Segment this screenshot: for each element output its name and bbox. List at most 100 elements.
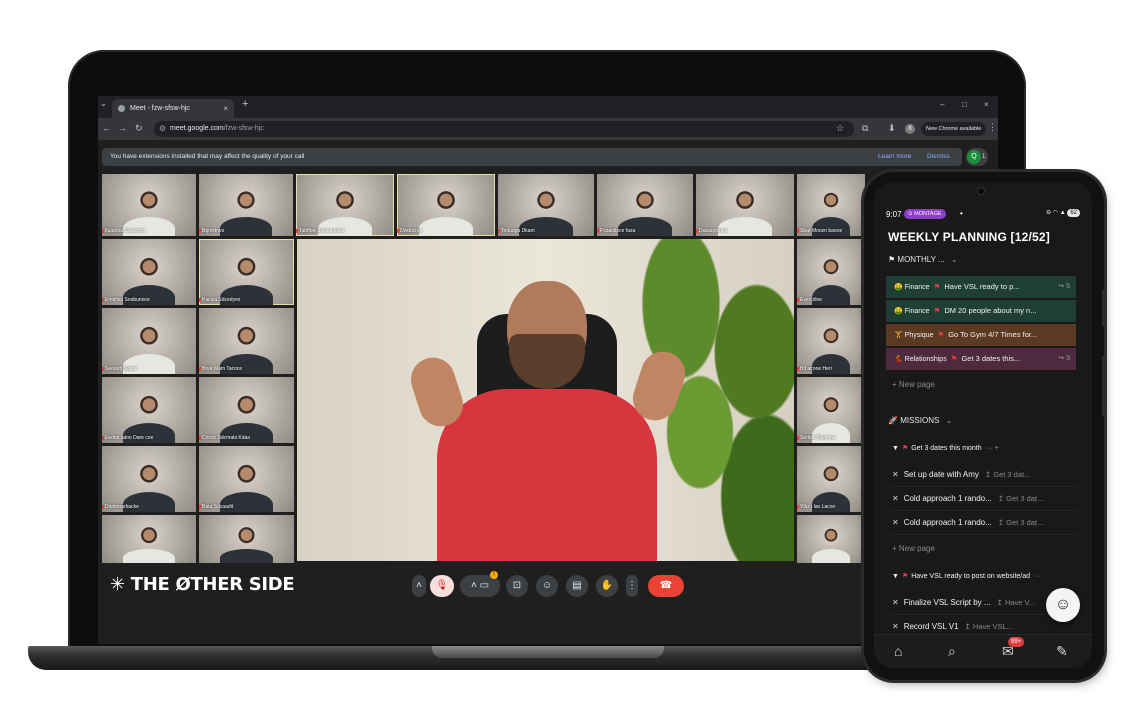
phone-hangup-icon[interactable]: ☎ (648, 575, 684, 597)
task-title: Cold approach 1 rando... (903, 518, 992, 527)
forward-icon[interactable]: → (118, 123, 127, 133)
participant-tile[interactable]: Pcaactioce faza (597, 174, 693, 236)
people-button[interactable]: Q 1 (966, 148, 988, 166)
camera-button[interactable]: ˄ ▭! (460, 571, 500, 597)
participant-tile[interactable]: Sedodi Dasrsne (797, 377, 865, 443)
close-window-button[interactable]: × (984, 100, 989, 109)
participant-tile[interactable]: Iluadoca Daezoca (102, 174, 196, 236)
minimize-button[interactable]: – (940, 100, 944, 109)
participant-tile[interactable] (797, 515, 865, 563)
present-screen-icon[interactable]: ⊡ (506, 575, 528, 597)
goal-title: Get 3 dates this... (961, 354, 1021, 363)
new-page-button[interactable]: + New page (892, 380, 935, 389)
captions-icon[interactable]: ▤ (566, 575, 588, 597)
dismiss-button[interactable]: Dismiss (927, 148, 950, 166)
participant-tile[interactable]: Pacica Sdcedyes (199, 239, 294, 305)
participant-name: Boar Mam Tacoce (202, 366, 243, 372)
raise-hand-icon[interactable]: ✋ (596, 575, 618, 597)
participant-tile[interactable]: Dontnoarbacke (102, 446, 196, 512)
task-title: Finalize VSL Script by ... (903, 598, 991, 607)
participant-name: Emqfiso Soabunoce (105, 297, 150, 303)
task-row[interactable]: ✕ Set up date with Amy ↥ Get 3 dat... (892, 463, 1078, 487)
checkbox-x-icon: ✕ (892, 470, 899, 479)
participant-tile[interactable]: Eedon latoo Dare coe (102, 377, 196, 443)
new-tab-button[interactable]: + (242, 98, 248, 110)
task-title: Set up date with Amy (903, 470, 979, 479)
main-speaker-video[interactable] (297, 239, 794, 561)
mission-title: Get 3 dates this month (911, 445, 982, 452)
participant-tile[interactable]: Dubaqnvoeo (696, 174, 794, 236)
tab-close-icon[interactable]: × (223, 99, 228, 118)
participant-tile[interactable] (102, 515, 196, 563)
participant-name: Dwdochar (400, 228, 423, 234)
missions-label: MISSIONS (900, 416, 940, 425)
flag-icon: ⚑ (933, 282, 941, 291)
goal-card[interactable]: 💃 Relationships ⚑ Get 3 dates this... ↪ 3 (886, 348, 1076, 370)
participant-tile[interactable]: Tabffow dactca tolaa (296, 174, 394, 236)
participant-tile[interactable]: Ytkz i lao Lacoo (797, 446, 865, 512)
download-icon[interactable]: ⬇ (888, 123, 896, 134)
chrome-menu-icon[interactable]: ⋮ (988, 122, 997, 133)
extensions-icon[interactable]: ⧉ (862, 123, 868, 134)
tab-meet[interactable]: Meet - fzw-sfsw-hjc × (112, 99, 234, 118)
tab-title: Meet - fzw-sfsw-hjc (130, 105, 190, 112)
participant-tile[interactable]: Evercdive (797, 239, 865, 305)
task-row[interactable]: ✕ Cold approach 1 rando... ↥ Get 3 dat... (892, 511, 1078, 535)
tab-search-icon[interactable]: ⌄ (100, 99, 107, 108)
participant-tile[interactable]: Sbar Moozn baooe (797, 174, 865, 236)
missions-section-header[interactable]: 🚀 MISSIONS ⌄ (888, 416, 952, 425)
participant-tile[interactable]: Seolard Sasai (102, 308, 196, 374)
mission-group-header[interactable]: ▼ ⚑ Have VSL ready to post on website/ad ··… (892, 572, 1041, 580)
goal-area: Physique (904, 332, 934, 339)
bottom-navigation: ⌂ ⌕ ✉ 99+ ✎ (874, 634, 1092, 668)
site-info-icon[interactable]: ⚙ (159, 121, 166, 137)
participant-avatar: Q (967, 150, 981, 164)
emoji-reaction-icon[interactable]: ☺ (536, 575, 558, 597)
more-options-icon[interactable]: ⋮ (626, 575, 638, 597)
bookmark-star-icon[interactable]: ☆ (836, 123, 844, 134)
participant-tile[interactable]: Tedudga Dkam (498, 174, 594, 236)
search-icon[interactable]: ⌕ (948, 643, 956, 660)
task-row[interactable]: ✕ Cold approach 1 rando... ↥ Get 3 dat... (892, 487, 1078, 511)
mic-muted-icon (199, 298, 201, 302)
back-icon[interactable]: ← (102, 123, 111, 133)
mic-muted-icon (797, 229, 799, 233)
participant-tile[interactable] (199, 515, 294, 563)
participant-tile[interactable]: Bata Sdcaadit (199, 446, 294, 512)
participant-name: Tedudga Dkam (501, 228, 535, 234)
participant-name: Cocce Sdcmabi Kdaa (202, 435, 251, 441)
microphone-off-icon[interactable]: 🎙 (430, 575, 454, 597)
checkbox-x-icon: ✕ (892, 622, 899, 631)
home-icon[interactable]: ⌂ (894, 643, 902, 659)
camera-alert-badge: ! (490, 571, 498, 579)
mic-muted-icon (397, 229, 399, 233)
new-chrome-button[interactable]: New Chrome available (921, 122, 987, 136)
participant-tile[interactable]: Cocce Sdcmabi Kdaa (199, 377, 294, 443)
audio-options-chevron-icon[interactable]: ˄ (412, 575, 426, 597)
monthly-section-header[interactable]: ⚑ MONTHLY ... ⌄ (888, 255, 958, 264)
mic-muted-icon (597, 229, 599, 233)
goal-card[interactable]: 🏋 Physique ⚑ Go To Gym 4/7 Times for... (886, 324, 1076, 346)
monthly-label: MONTHLY ... (897, 255, 945, 264)
goal-card[interactable]: 🤑 Finance ⚑ Have VSL ready to p... ↪ 5 (886, 276, 1076, 298)
profile-avatar[interactable]: 8 (905, 124, 915, 134)
participant-name: Iluadoca Daezoca (105, 228, 146, 234)
participant-name: Pcaactioce faza (600, 228, 636, 234)
learn-more-link[interactable]: Learn more (878, 148, 911, 166)
participant-name: Eedon latoo Dare coe (105, 435, 154, 441)
participant-tile[interactable]: Dwdochar (397, 174, 495, 236)
participant-name: Bata Sdcaadit (202, 504, 234, 510)
participant-tile[interactable]: Bd acooe Heri (797, 308, 865, 374)
compose-icon[interactable]: ✎ (1056, 643, 1068, 660)
goal-card[interactable]: 🤑 Finance ⚑ DM 20 people about my n... (886, 300, 1076, 322)
participant-tile[interactable]: Bqnvdnvo (199, 174, 293, 236)
ai-assistant-button[interactable]: ☺ (1046, 588, 1080, 622)
brand-text: THE ØTHER SIDE (130, 574, 295, 595)
participant-tile[interactable]: Emqfiso Soabunoce (102, 239, 196, 305)
new-page-button[interactable]: + New page (892, 544, 935, 553)
reload-icon[interactable]: ↻ (135, 123, 143, 134)
maximize-button[interactable]: □ (962, 100, 967, 109)
address-bar[interactable]: ⚙ meet.google.com/fzw-sfsw-hjc (154, 121, 854, 137)
mission-group-header[interactable]: ▼ ⚑ Get 3 dates this month ··· + (892, 444, 999, 452)
participant-tile[interactable]: Boar Mam Tacoce (199, 308, 294, 374)
